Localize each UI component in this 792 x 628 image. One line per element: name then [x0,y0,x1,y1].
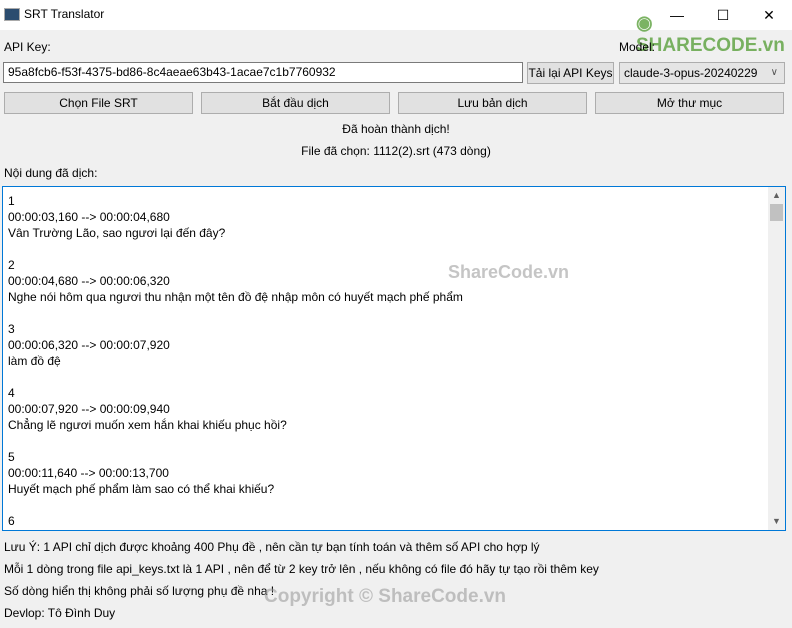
scroll-up-icon[interactable]: ▲ [768,187,785,204]
choose-srt-button[interactable]: Chọn File SRT [4,92,193,114]
content-line [8,305,463,321]
content-line [8,369,463,385]
logo-icon: ◉ [636,13,653,34]
content-line: 00:00:04,680 --> 00:00:06,320 [8,274,170,288]
content-line: Huyết mạch phế phẩm làm sao có thể khai … [8,482,275,496]
open-folder-button[interactable]: Mở thư mục [595,92,784,114]
status-message: Đã hoàn thành dịch! [342,122,450,136]
api-key-input[interactable]: 95a8fcb6-f53f-4375-bd86-8c4aeae63b43-1ac… [3,62,523,83]
note-1: Lưu Ý: 1 API chỉ dịch được khoảng 400 Ph… [4,540,540,554]
note-2: Mỗi 1 dòng trong file api_keys.txt là 1 … [4,562,599,576]
chevron-down-icon: ∨ [770,67,778,78]
content-lines: 1 00:00:03,160 --> 00:00:04,680 Vân Trường… [8,193,463,529]
content-line: Nghe nói hôm qua ngươi thu nhận một tên … [8,290,463,304]
content-line: 00:00:11,640 --> 00:00:13,700 [8,466,169,480]
content-line [8,241,463,257]
content-line: 5 [8,450,15,464]
content-line: 1 [8,194,15,208]
model-selected-value: claude-3-opus-20240229 [624,66,758,80]
sharecode-logo: ◉ SHARECODE.vn [636,13,785,56]
content-line [8,433,463,449]
selected-file: File đã chọn: 1112(2).srt (473 dòng) [301,144,491,158]
reload-api-keys-button[interactable]: Tải lại API Keys [527,62,614,84]
content-line: 6 [8,514,15,528]
app-icon [4,8,20,21]
watermark-copyright: Copyright © ShareCode.vn [264,586,507,607]
watermark-center: ShareCode.vn [448,262,570,282]
start-translate-button[interactable]: Bắt đầu dịch [201,92,390,114]
content-line: 00:00:03,160 --> 00:00:04,680 [8,210,170,224]
api-key-label: API Key: [4,40,51,54]
content-line: Chẳng lẽ ngươi muốn xem hắn khai khiếu p… [8,418,287,432]
content-line: 00:00:06,320 --> 00:00:07,920 [8,338,170,352]
content-line [8,497,463,513]
model-select[interactable]: claude-3-opus-20240229 ∨ [619,62,785,84]
window-title: SRT Translator [24,7,105,21]
content-line: 2 [8,258,15,272]
content-line: làm đồ đệ [8,354,61,368]
vertical-scrollbar[interactable]: ▲ ▼ [768,187,785,530]
save-translation-button[interactable]: Lưu bản dịch [398,92,587,114]
content-line: 3 [8,322,15,336]
content-label: Nội dung đã dịch: [4,166,98,180]
content-line: Vân Trường Lão, sao ngươi lại đến đây? [8,226,226,240]
content-line: 00:00:07,920 --> 00:00:09,940 [8,402,170,416]
scroll-down-icon[interactable]: ▼ [768,513,785,530]
developer-credit: Devlop: Tô Đình Duy [4,606,116,620]
note-3: Số dòng hiển thị không phải số lượng phụ… [4,584,275,598]
translated-content-textarea[interactable]: 1 00:00:03,160 --> 00:00:04,680 Vân Trường… [2,186,786,531]
model-label: Model: [619,40,656,54]
scroll-thumb[interactable] [770,204,783,221]
content-line: 4 [8,386,15,400]
